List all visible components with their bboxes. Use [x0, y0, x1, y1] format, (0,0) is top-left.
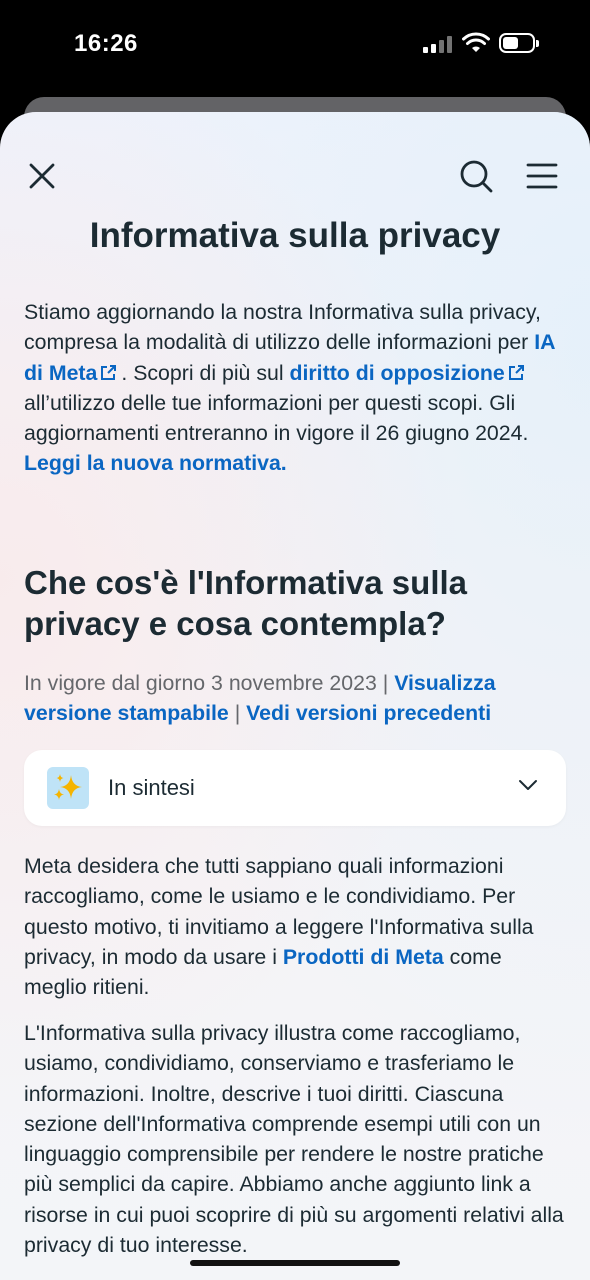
privacy-sheet: Informativa sulla privacy Stiamo aggiorn…	[0, 112, 590, 1280]
status-bar: 16:26	[0, 0, 590, 90]
external-link-icon	[508, 364, 524, 380]
status-time: 16:26	[74, 30, 138, 57]
notice-text-1: Stiamo aggiornando la nostra Informativa…	[24, 300, 541, 355]
effective-date-line: In vigore dal giorno 3 novembre 2023 | V…	[24, 668, 569, 729]
update-notice: Stiamo aggiornando la nostra Informativa…	[24, 297, 569, 479]
close-icon[interactable]	[26, 160, 58, 192]
notice-text-3: all’utilizzo delle tue informazioni per …	[24, 390, 529, 446]
diritto-opposizione-link[interactable]: diritto di opposizione	[289, 361, 504, 385]
summary-accordion[interactable]: In sintesi	[24, 750, 566, 826]
home-indicator[interactable]	[190, 1260, 400, 1266]
new-policy-link[interactable]: Leggi la nuova normativa.	[24, 451, 287, 475]
battery-icon	[499, 33, 539, 53]
body-paragraph-2: L'Informativa sulla privacy illustra com…	[24, 1021, 564, 1258]
cellular-signal-icon	[423, 35, 453, 53]
notice-text-2: . Scopri di più sul	[121, 360, 290, 385]
body-paragraph-1: Meta desidera che tutti sappiano quali i…	[24, 851, 569, 1002]
menu-icon[interactable]	[526, 162, 558, 190]
separator: |	[228, 701, 247, 726]
section-heading: Che cos'è l'Informativa sulla privacy e …	[24, 564, 468, 642]
sparkles-icon	[47, 767, 89, 809]
wifi-icon	[462, 32, 490, 52]
external-link-icon	[101, 364, 117, 380]
search-icon[interactable]	[458, 158, 494, 194]
page-title: Informativa sulla privacy	[89, 216, 501, 255]
previous-versions-link[interactable]: Vedi versioni precedenti	[246, 701, 491, 725]
chevron-down-icon[interactable]	[518, 778, 538, 792]
meta-products-link[interactable]: Prodotti di Meta	[283, 945, 444, 969]
summary-label: In sintesi	[108, 775, 195, 800]
effective-date: In vigore dal giorno 3 novembre 2023 |	[24, 671, 395, 695]
